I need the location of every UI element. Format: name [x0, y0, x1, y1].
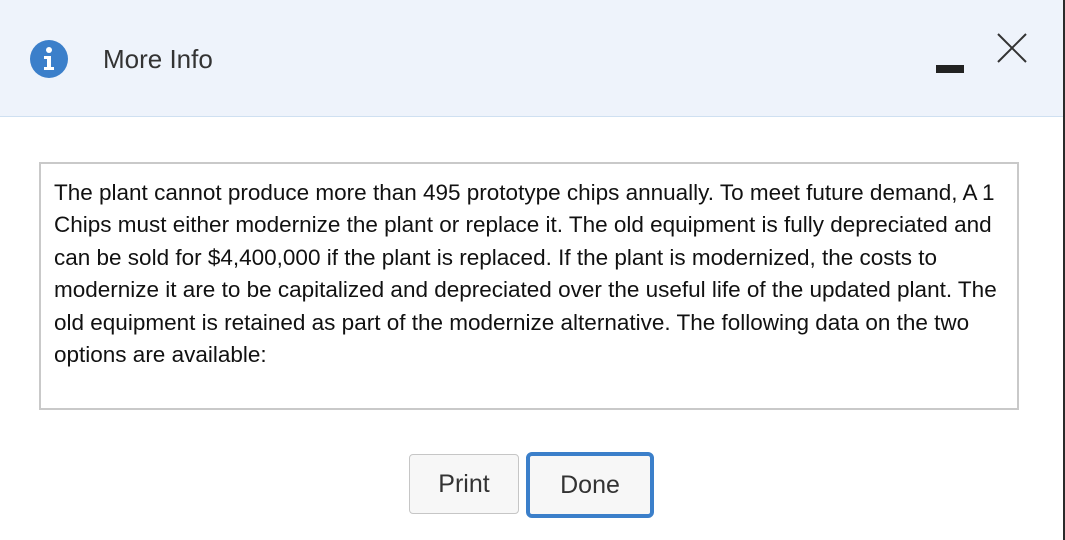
print-button[interactable]: Print: [409, 454, 519, 514]
close-button[interactable]: [992, 28, 1032, 68]
info-paragraph: The plant cannot produce more than 495 p…: [54, 180, 997, 368]
info-content-box: The plant cannot produce more than 495 p…: [39, 162, 1019, 410]
more-info-dialog: More Info The plant cannot produce more …: [0, 0, 1065, 540]
dialog-title: More Info: [103, 44, 213, 74]
close-icon: [992, 33, 1032, 72]
info-icon: [30, 40, 68, 78]
minimize-icon: [936, 65, 964, 73]
done-button[interactable]: Done: [526, 452, 654, 518]
minimize-button[interactable]: [932, 46, 968, 76]
dialog-header: More Info: [0, 0, 1063, 117]
